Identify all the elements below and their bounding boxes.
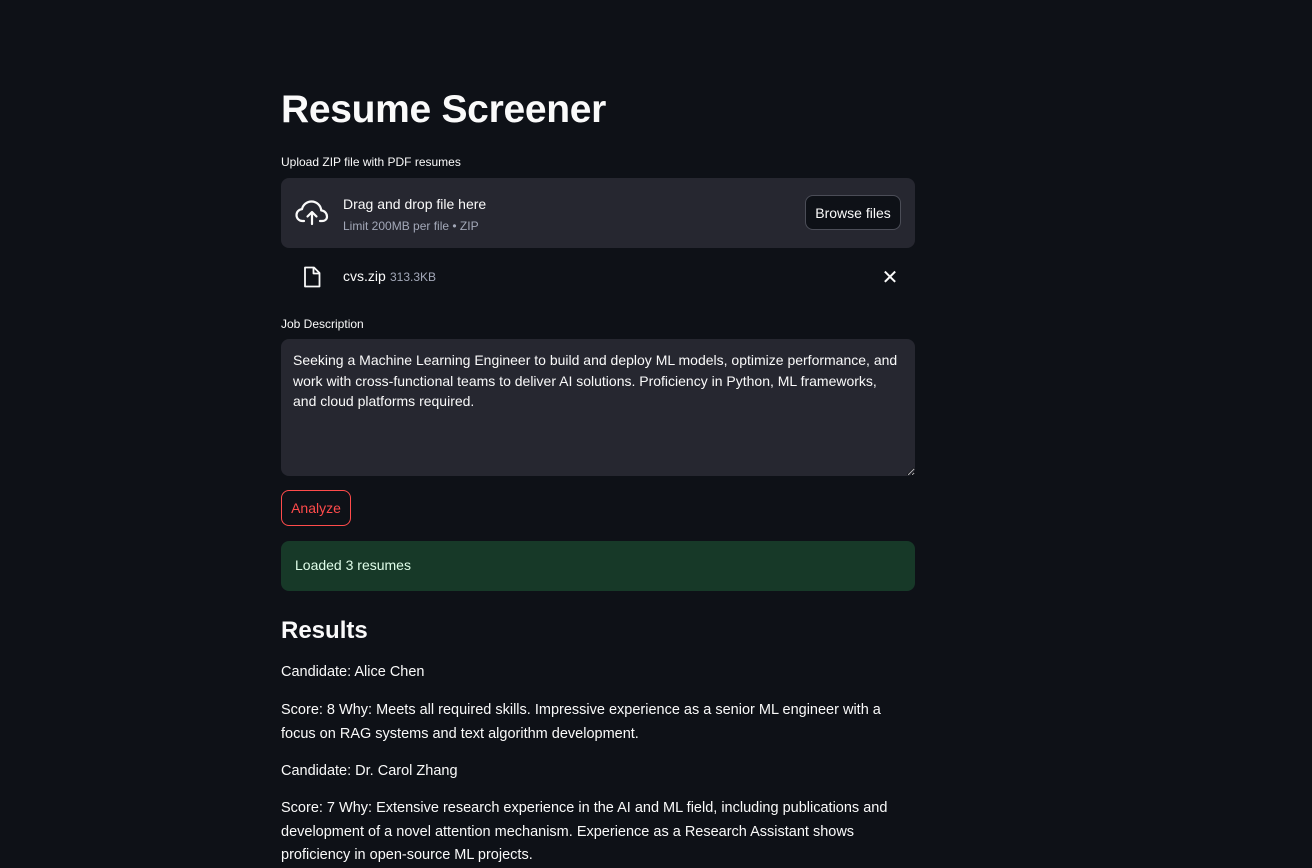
analyze-button[interactable]: Analyze: [281, 490, 351, 526]
file-icon: [304, 266, 321, 288]
uploaded-file-name: cvs.zip: [343, 268, 386, 284]
dropzone-limit: Limit 200MB per file • ZIP: [343, 219, 479, 233]
job-description-input[interactable]: Seeking a Machine Learning Engineer to b…: [281, 339, 915, 476]
file-dropzone[interactable]: Drag and drop file here Limit 200MB per …: [281, 178, 915, 248]
page-title: Resume Screener: [281, 88, 607, 131]
dropzone-instruction: Drag and drop file here: [343, 196, 487, 212]
result-candidate: Candidate: Dr. Carol Zhang: [281, 763, 458, 779]
result-candidate: Candidate: Alice Chen: [281, 664, 425, 680]
status-success-alert: Loaded 3 resumes: [281, 541, 915, 591]
result-detail: Score: 8 Why: Meets all required skills.…: [281, 702, 881, 742]
remove-file-button[interactable]: ✕: [879, 266, 901, 288]
result-detail: Score: 7 Why: Extensive research experie…: [281, 800, 888, 863]
close-icon: ✕: [881, 265, 899, 289]
browse-files-button[interactable]: Browse files: [805, 195, 901, 230]
job-description-label: Job Description: [281, 317, 364, 331]
uploaded-file-size: 313.3KB: [390, 270, 437, 284]
uploaded-file-row: cvs.zip 313.3KB ✕: [281, 260, 915, 294]
uploader-label: Upload ZIP file with PDF resumes: [281, 155, 461, 169]
cloud-upload-icon: [295, 200, 329, 226]
results-heading: Results: [281, 617, 368, 644]
status-message: Loaded 3 resumes: [295, 557, 411, 573]
